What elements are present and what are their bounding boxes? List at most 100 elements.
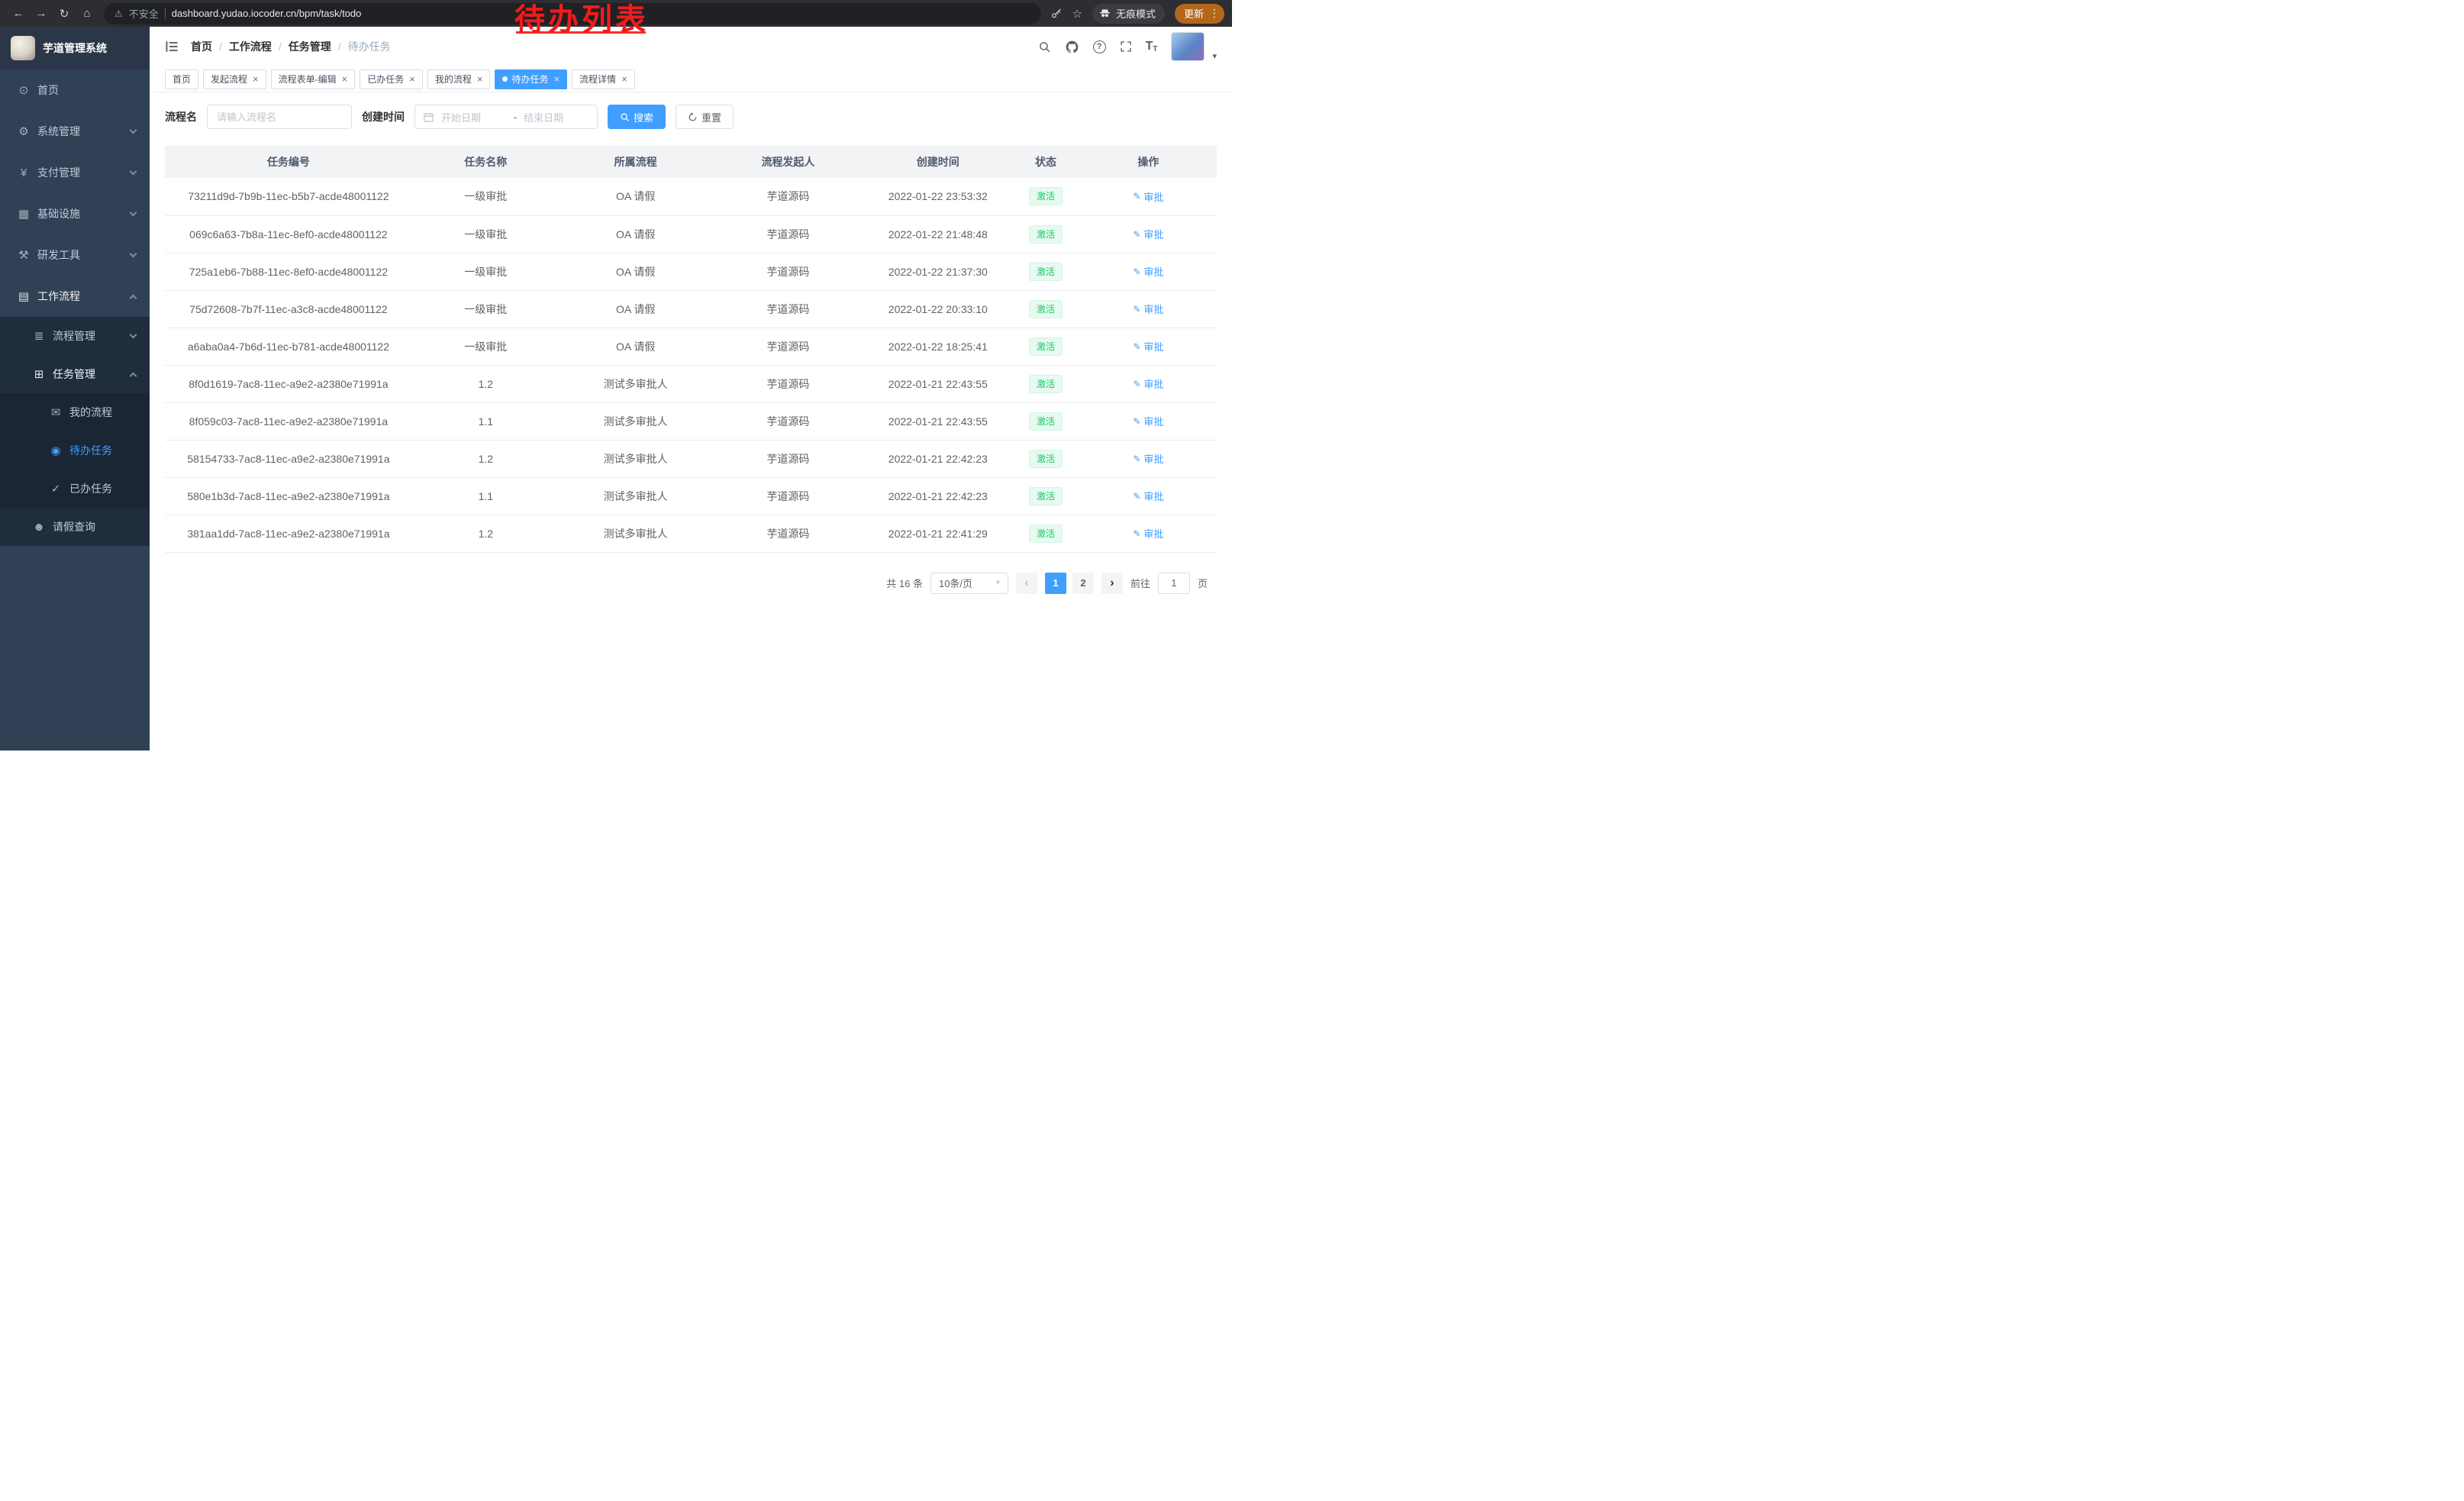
approve-label: 审批 bbox=[1143, 264, 1163, 279]
tab-item[interactable]: 流程表单-编辑× bbox=[271, 69, 356, 89]
cell-initiator: 芋道源码 bbox=[712, 290, 865, 328]
tab-item[interactable]: 待办任务× bbox=[495, 69, 567, 89]
dashboard-icon: ⊙ bbox=[15, 83, 32, 97]
avatar-caret-icon[interactable]: ▾ bbox=[1212, 51, 1217, 61]
sidebar-item-done-tasks[interactable]: ✓已办任务 bbox=[0, 470, 150, 508]
sidebar: 芋道管理系统 ⊙首页⚙系统管理¥支付管理▦基础设施⚒研发工具▤工作流程≣流程管理… bbox=[0, 27, 150, 750]
process-name-input[interactable] bbox=[207, 105, 352, 129]
fullscreen-icon[interactable] bbox=[1120, 40, 1132, 53]
breadcrumb-item[interactable]: 首页 bbox=[191, 39, 212, 54]
tab-close-icon[interactable]: × bbox=[553, 74, 560, 84]
goto-page-input[interactable] bbox=[1158, 573, 1190, 594]
cell-task-id: 75d72608-7b7f-11ec-a3c8-acde48001122 bbox=[165, 290, 412, 328]
search-button[interactable]: 搜索 bbox=[608, 105, 666, 129]
github-icon[interactable] bbox=[1065, 40, 1079, 54]
approve-link[interactable]: ✎审批 bbox=[1133, 526, 1163, 541]
prev-page-button[interactable]: ‹ bbox=[1016, 573, 1037, 594]
next-page-button[interactable]: › bbox=[1101, 573, 1123, 594]
approve-link[interactable]: ✎审批 bbox=[1133, 376, 1163, 391]
sidebar-item-infrastructure[interactable]: ▦基础设施 bbox=[0, 193, 150, 234]
sidebar-item-system-management[interactable]: ⚙系统管理 bbox=[0, 111, 150, 152]
cell-action: ✎审批 bbox=[1080, 477, 1217, 515]
table-row: 069c6a63-7b8a-11ec-8ef0-acde48001122一级审批… bbox=[165, 215, 1217, 253]
edit-icon: ✎ bbox=[1133, 454, 1140, 464]
approve-link[interactable]: ✎审批 bbox=[1133, 489, 1163, 503]
search-icon[interactable] bbox=[1038, 40, 1051, 53]
breadcrumb-item[interactable]: 任务管理 bbox=[289, 39, 331, 54]
browser-menu-icon[interactable]: ⋮ bbox=[1209, 7, 1220, 20]
column-header: 创建时间 bbox=[864, 146, 1011, 178]
page-size-select[interactable]: 10条/页 ▾ bbox=[930, 573, 1008, 594]
tab-item[interactable]: 已办任务 × bbox=[360, 69, 423, 89]
cell-status: 激活 bbox=[1011, 253, 1080, 290]
sidebar-item-my-process[interactable]: ✉我的流程 bbox=[0, 393, 150, 431]
cell-action: ✎审批 bbox=[1080, 440, 1217, 477]
cell-initiator: 芋道源码 bbox=[712, 515, 865, 552]
cell-create-time: 2022-01-21 22:42:23 bbox=[864, 477, 1011, 515]
approve-link[interactable]: ✎审批 bbox=[1133, 264, 1163, 279]
tab-item[interactable]: 首页 bbox=[165, 69, 198, 89]
page-number-button[interactable]: 2 bbox=[1072, 573, 1094, 594]
address-bar[interactable]: ⚠ 不安全 dashboard.yudao.iocoder.cn/bpm/tas… bbox=[104, 3, 1041, 24]
sidebar-item-dev-tools[interactable]: ⚒研发工具 bbox=[0, 234, 150, 276]
tab-close-icon[interactable]: × bbox=[253, 74, 259, 84]
app-title: 芋道管理系统 bbox=[43, 40, 107, 56]
sidebar-item-task-management[interactable]: ⊞任务管理 bbox=[0, 355, 150, 393]
cell-initiator: 芋道源码 bbox=[712, 402, 865, 440]
app-window: 芋道管理系统 ⊙首页⚙系统管理¥支付管理▦基础设施⚒研发工具▤工作流程≣流程管理… bbox=[0, 27, 1232, 750]
task-table-body: 73211d9d-7b9b-11ec-b5b7-acde48001122一级审批… bbox=[165, 178, 1217, 552]
sidebar-item-payment-management[interactable]: ¥支付管理 bbox=[0, 152, 150, 193]
sidebar-item-process-management[interactable]: ≣流程管理 bbox=[0, 317, 150, 355]
font-size-icon[interactable]: TT bbox=[1146, 40, 1158, 53]
key-icon[interactable] bbox=[1050, 8, 1063, 20]
tab-item[interactable]: 我的流程× bbox=[427, 69, 491, 89]
cell-status: 激活 bbox=[1011, 328, 1080, 365]
tab-item[interactable]: 发起流程× bbox=[203, 69, 266, 89]
tab-close-icon[interactable]: × bbox=[621, 74, 627, 84]
user-avatar[interactable] bbox=[1171, 32, 1205, 61]
home-button[interactable]: ⌂ bbox=[76, 3, 98, 24]
sidebar-item-label: 基础设施 bbox=[37, 206, 80, 221]
tab-label: 已办任务 bbox=[367, 73, 404, 86]
cell-initiator: 芋道源码 bbox=[712, 365, 865, 402]
table-header-row: 任务编号任务名称所属流程流程发起人创建时间状态操作 bbox=[165, 146, 1217, 178]
browser-toolbar-right: ☆ 无痕模式 更新 ⋮ bbox=[1050, 4, 1224, 24]
sidebar-item-todo-tasks[interactable]: ◉待办任务 bbox=[0, 431, 150, 470]
yen-icon: ¥ bbox=[15, 166, 32, 179]
reset-button[interactable]: 重置 bbox=[676, 105, 734, 129]
approve-link[interactable]: ✎审批 bbox=[1133, 302, 1163, 316]
tab-close-icon[interactable]: × bbox=[477, 74, 483, 84]
sidebar-toggle[interactable] bbox=[165, 40, 179, 53]
app-logo[interactable]: 芋道管理系统 bbox=[0, 27, 150, 69]
forward-button[interactable]: → bbox=[31, 3, 52, 24]
approve-link[interactable]: ✎审批 bbox=[1133, 339, 1163, 353]
page-number-button[interactable]: 1 bbox=[1045, 573, 1066, 594]
cell-task-name: 一级审批 bbox=[412, 215, 560, 253]
back-button[interactable]: ← bbox=[8, 3, 29, 24]
cell-process: 测试多审批人 bbox=[560, 515, 712, 552]
tab-item[interactable]: 流程详情× bbox=[572, 69, 635, 89]
date-range-picker[interactable]: 开始日期 - 结束日期 bbox=[414, 105, 598, 129]
column-header: 所属流程 bbox=[560, 146, 712, 178]
tab-close-icon[interactable]: × bbox=[342, 74, 348, 84]
total-count: 共 16 条 bbox=[886, 576, 923, 590]
approve-link[interactable]: ✎审批 bbox=[1133, 414, 1163, 428]
grid-icon: ⊞ bbox=[31, 367, 47, 381]
tab-close-icon[interactable]: × bbox=[409, 74, 415, 84]
approve-link[interactable]: ✎审批 bbox=[1133, 189, 1163, 204]
breadcrumb-item[interactable]: 工作流程 bbox=[229, 39, 272, 54]
approve-link[interactable]: ✎审批 bbox=[1133, 451, 1163, 466]
update-button[interactable]: 更新 ⋮ bbox=[1175, 4, 1224, 24]
checklist-icon: ✓ bbox=[47, 482, 64, 495]
cell-action: ✎审批 bbox=[1080, 365, 1217, 402]
sidebar-item-workflow[interactable]: ▤工作流程 bbox=[0, 276, 150, 317]
reload-button[interactable]: ↻ bbox=[53, 3, 75, 24]
approve-link[interactable]: ✎审批 bbox=[1133, 227, 1163, 241]
sidebar-item-leave-query[interactable]: ☻请假查询 bbox=[0, 508, 150, 546]
help-icon[interactable]: ? bbox=[1093, 40, 1106, 53]
chevron-up-icon bbox=[130, 294, 137, 302]
sidebar-item-home[interactable]: ⊙首页 bbox=[0, 69, 150, 111]
bookmark-star-icon[interactable]: ☆ bbox=[1072, 7, 1082, 21]
cell-status: 激活 bbox=[1011, 290, 1080, 328]
breadcrumb-separator: / bbox=[279, 40, 282, 53]
